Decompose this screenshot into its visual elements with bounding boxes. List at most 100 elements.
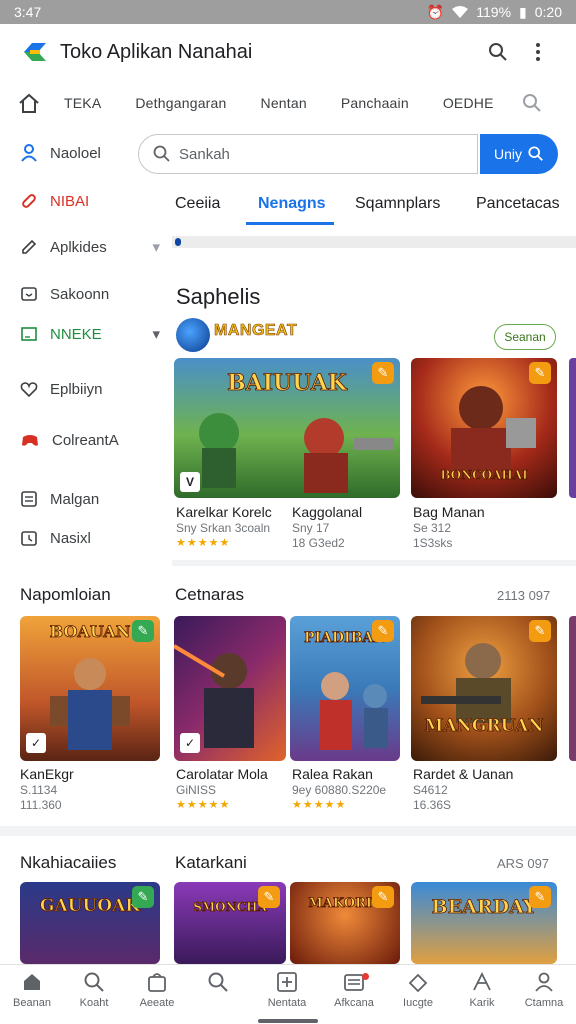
row2-card-peek[interactable] — [569, 616, 576, 761]
battery-icon: ▮ — [519, 3, 527, 20]
edit-icon — [22, 239, 37, 254]
card-meta-2: 1S3sks — [413, 536, 453, 550]
game-thumbnail: PIADIBAN ✎ — [290, 616, 400, 761]
sidebar-item-6[interactable]: Eplbiiyn — [20, 380, 160, 398]
sidebar-item-label: Malgan — [50, 490, 100, 508]
row3-card-1[interactable]: GAUUOAK ✎ — [20, 882, 160, 964]
badge-icon: ✎ — [132, 620, 154, 642]
more-vert-icon[interactable] — [518, 32, 558, 72]
sub-tab-1[interactable]: Ceeiia — [175, 195, 220, 213]
nav-label: Iucgte — [403, 997, 433, 1009]
battery-percent: 119% — [476, 4, 512, 20]
row2-card-4[interactable]: MANGRUAN ✎ Rardet & Uanan S4612 16.36S — [411, 616, 557, 812]
card-meta: 9ey 60880.S220e — [292, 783, 387, 797]
card-meta-2: 111.360 — [20, 798, 62, 812]
sub-tab-4[interactable]: Pancetacas — [476, 195, 560, 213]
box-icon — [21, 287, 37, 301]
sub-tab-2[interactable]: Nenagns — [258, 195, 326, 213]
carousel-track — [172, 236, 576, 248]
corner-icon: ✓ — [26, 733, 46, 753]
row3-meta: ARS 097 — [497, 856, 550, 871]
alarm-icon: ⏰ — [426, 3, 445, 20]
bottom-nav: Beanan Koaht Aeeate Nentata Afkcana Iucg… — [0, 964, 576, 1024]
search-button-icon — [528, 146, 543, 161]
person-icon — [21, 144, 37, 162]
card-name: Karelkar Korelc — [176, 504, 272, 520]
nav-label: Ctamna — [524, 997, 564, 1009]
sidebar-item-7[interactable]: ColreantA — [20, 431, 160, 449]
notification-dot — [362, 973, 369, 980]
card-name: Carolatar Mola — [176, 766, 268, 782]
app-title: Toko Aplikan Nanahai — [60, 40, 253, 63]
featured-card-3[interactable]: BONCOAHAI ✎ Bag Manan Se 312 1S3sks — [411, 358, 557, 550]
gesture-bar[interactable] — [258, 1019, 318, 1023]
sub-tab-3[interactable]: Sqamnplars — [355, 195, 440, 213]
sidebar-item-9[interactable]: Nasixl — [20, 529, 160, 547]
home-icon[interactable] — [18, 93, 40, 113]
nav-label: Nentata — [267, 997, 307, 1009]
card-name: Ralea Rakan — [292, 766, 373, 782]
top-tab-1[interactable]: TEKA — [64, 95, 101, 111]
nav-item-library[interactable]: Iucgte — [386, 971, 450, 1009]
search-icon[interactable] — [478, 32, 518, 72]
game-art-title: BONCOAHAI — [440, 468, 528, 483]
badge-icon: ✎ — [132, 886, 154, 908]
row3-card-3[interactable]: MAKORIT ✎ — [290, 882, 400, 964]
kids-icon — [473, 971, 491, 991]
game-thumbnail: MAKORIT ✎ — [290, 882, 400, 964]
row3-left-title: Nkahiacaiies — [20, 853, 117, 872]
row3-card-2[interactable]: SMONCHA ✎ — [174, 882, 286, 964]
sidebar-item-label: Sakoonn — [50, 285, 110, 303]
sidebar-item-5[interactable]: NNEKE ▾ — [20, 325, 160, 343]
featured-card-peek[interactable] — [569, 358, 576, 498]
nav-item-news[interactable]: Afkcana — [322, 971, 386, 1009]
badge-icon: ✎ — [529, 620, 551, 642]
sidebar-item-3[interactable]: Aplkides ▾ — [20, 238, 160, 256]
nav-item-add[interactable]: Nentata — [255, 971, 319, 1009]
row2-card-3[interactable]: PIADIBAN ✎ Ralea Rakan 9ey 60880.S220e ★… — [290, 616, 400, 811]
nav-item-kids[interactable]: Karik — [450, 971, 514, 1009]
row2-card-1[interactable]: BOAUAN ✎ ✓ KanEkgr S.1134 111.360 — [20, 616, 160, 812]
top-tab-5[interactable]: OEDHE — [443, 95, 494, 111]
badge-icon: ✎ — [372, 886, 394, 908]
top-tab-3[interactable]: Nentan — [261, 95, 307, 111]
nav-item-account[interactable]: Ctamna — [512, 971, 576, 1009]
card-name: KanEkgr — [20, 766, 74, 782]
nav-item-home[interactable]: Beanan — [0, 971, 64, 1009]
search-button[interactable]: Uniy — [480, 134, 558, 174]
search-field-icon — [153, 145, 170, 162]
sidebar-item-label: ColreantA — [52, 431, 119, 449]
section-divider — [0, 826, 576, 836]
card-meta: S.1134 — [20, 783, 58, 797]
row2-card-2[interactable]: ✓ Carolatar Mola GiNISS ★★★★★ — [174, 616, 286, 811]
nav-item-store[interactable]: Aeeate — [125, 971, 189, 1009]
featured-card-2[interactable]: Kaggolanal Sny 17 18 G3ed2 — [292, 358, 402, 550]
nav-label: Koaht — [79, 997, 109, 1009]
status-bar: 3:47 ⏰ 119% ▮ 0:20 — [0, 0, 576, 24]
sidebar-item-4[interactable]: Sakoonn — [20, 285, 160, 303]
chevron-down-icon[interactable]: ▾ — [152, 238, 160, 256]
sidebar-item-2[interactable]: NIBAI — [20, 192, 160, 210]
sidebar-item-label: Nasixl — [50, 529, 91, 547]
account-icon — [535, 972, 553, 992]
card-meta: S4612 — [413, 783, 448, 797]
tab-search-icon[interactable] — [522, 93, 542, 113]
game-thumbnail: ✓ — [174, 616, 286, 761]
top-tab-2[interactable]: Dethgangaran — [135, 95, 226, 111]
card-meta: GiNISS — [176, 783, 217, 797]
search-icon — [84, 972, 104, 992]
badge-icon: ✎ — [529, 362, 551, 384]
app-bar: Toko Aplikan Nanahai — [0, 24, 576, 80]
card-name: Bag Manan — [413, 504, 485, 520]
search-input[interactable]: Sankah — [138, 134, 478, 174]
nav-item-search[interactable]: Koaht — [62, 971, 126, 1009]
card-stars: ★★★★★ — [176, 537, 231, 549]
top-tab-4[interactable]: Panchaain — [341, 95, 409, 111]
sidebar-item-8[interactable]: Malgan — [20, 490, 160, 508]
row3-card-4[interactable]: BEARDAY ✎ — [411, 882, 557, 964]
badge-icon: ✎ — [258, 886, 280, 908]
bag-icon — [148, 973, 166, 992]
nav-item-search-2[interactable] — [186, 971, 250, 997]
chevron-down-icon[interactable]: ▾ — [152, 325, 160, 343]
promo-button[interactable]: Seanan — [494, 324, 556, 350]
